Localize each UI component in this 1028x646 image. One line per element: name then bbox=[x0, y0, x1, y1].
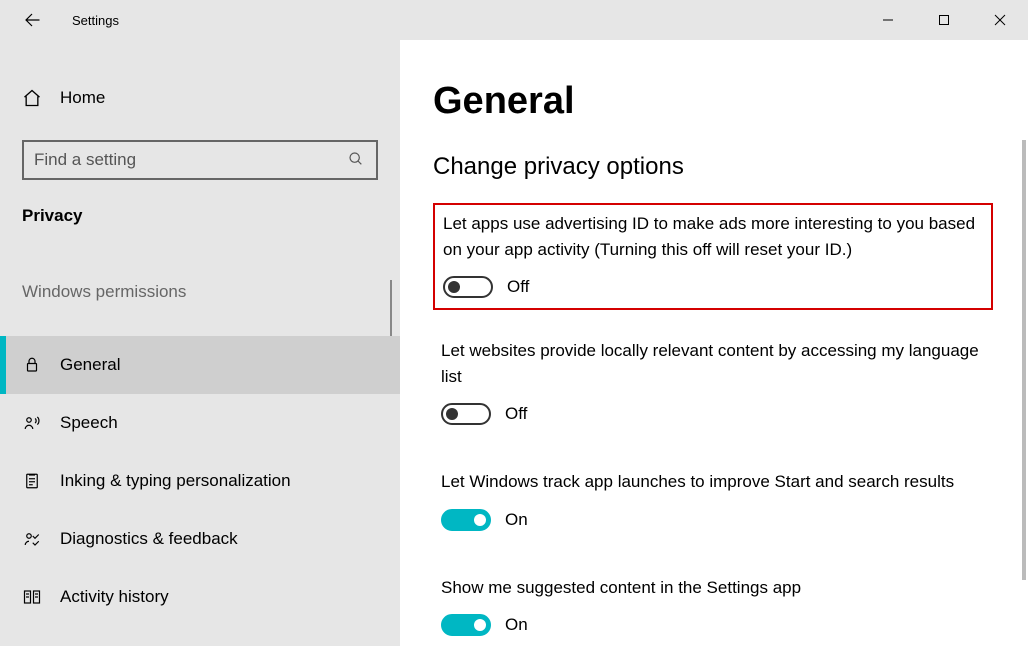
sidebar-item-label: Inking & typing personalization bbox=[60, 471, 291, 491]
setting-description: Let Windows track app launches to improv… bbox=[441, 469, 985, 495]
titlebar: Settings bbox=[0, 0, 1028, 40]
sidebar-section-title: Privacy bbox=[0, 202, 400, 232]
window-controls bbox=[860, 0, 1028, 40]
toggle-knob bbox=[474, 514, 486, 526]
activity-history-icon bbox=[22, 587, 42, 607]
sidebar-item-inking-typing-personalization[interactable]: Inking & typing personalization bbox=[0, 452, 400, 510]
sidebar-item-label: Speech bbox=[60, 413, 118, 433]
home-icon bbox=[22, 88, 42, 108]
setting-3: Show me suggested content in the Setting… bbox=[433, 569, 993, 646]
toggle-knob bbox=[474, 619, 486, 631]
toggle-switch[interactable] bbox=[443, 276, 493, 298]
toggle-row: Off bbox=[441, 403, 985, 425]
setting-2: Let Windows track app launches to improv… bbox=[433, 463, 993, 541]
toggle-switch[interactable] bbox=[441, 509, 491, 531]
sidebar-item-speech[interactable]: Speech bbox=[0, 394, 400, 452]
sidebar-home[interactable]: Home bbox=[0, 80, 400, 116]
toggle-state-label: On bbox=[505, 615, 528, 635]
scrollbar[interactable] bbox=[1022, 140, 1026, 580]
close-button[interactable] bbox=[972, 0, 1028, 40]
setting-description: Show me suggested content in the Setting… bbox=[441, 575, 985, 601]
section-header: Change privacy options bbox=[433, 153, 993, 181]
inking-typing-personalization-icon bbox=[22, 471, 42, 491]
sidebar-item-label: General bbox=[60, 355, 120, 375]
page-title: General bbox=[433, 80, 993, 123]
toggle-state-label: Off bbox=[505, 404, 527, 424]
speech-icon bbox=[22, 413, 42, 433]
close-icon bbox=[994, 14, 1006, 26]
toggle-knob bbox=[448, 281, 460, 293]
setting-description: Let websites provide locally relevant co… bbox=[441, 338, 985, 389]
toggle-knob bbox=[446, 408, 458, 420]
toggle-state-label: Off bbox=[507, 277, 529, 297]
maximize-button[interactable] bbox=[916, 0, 972, 40]
toggle-row: On bbox=[441, 509, 985, 531]
minimize-button[interactable] bbox=[860, 0, 916, 40]
sidebar-item-general[interactable]: General bbox=[0, 336, 400, 394]
toggle-row: On bbox=[441, 614, 985, 636]
toggle-state-label: On bbox=[505, 510, 528, 530]
back-button[interactable] bbox=[20, 8, 44, 32]
main-content: General Change privacy options Let apps … bbox=[400, 40, 1028, 646]
sidebar-item-label: Activity history bbox=[60, 587, 169, 607]
diagnostics-feedback-icon bbox=[22, 529, 42, 549]
window-title: Settings bbox=[72, 13, 119, 28]
search-icon bbox=[348, 151, 366, 169]
toggle-row: Off bbox=[443, 276, 983, 298]
minimize-icon bbox=[882, 14, 894, 26]
sidebar: Home Privacy Windows permissions General… bbox=[0, 40, 400, 646]
setting-0: Let apps use advertising ID to make ads … bbox=[433, 203, 993, 310]
setting-1: Let websites provide locally relevant co… bbox=[433, 332, 993, 435]
sidebar-item-diagnostics-feedback[interactable]: Diagnostics & feedback bbox=[0, 510, 400, 568]
setting-description: Let apps use advertising ID to make ads … bbox=[443, 211, 983, 262]
toggle-switch[interactable] bbox=[441, 614, 491, 636]
sidebar-item-activity-history[interactable]: Activity history bbox=[0, 568, 400, 626]
sidebar-home-label: Home bbox=[60, 88, 105, 108]
toggle-switch[interactable] bbox=[441, 403, 491, 425]
arrow-left-icon bbox=[23, 11, 41, 29]
search-input[interactable] bbox=[34, 150, 348, 170]
general-icon bbox=[22, 355, 42, 375]
maximize-icon bbox=[938, 14, 950, 26]
sidebar-item-label: Diagnostics & feedback bbox=[60, 529, 238, 549]
search-box[interactable] bbox=[22, 140, 378, 180]
sidebar-group-header: Windows permissions bbox=[0, 274, 400, 310]
